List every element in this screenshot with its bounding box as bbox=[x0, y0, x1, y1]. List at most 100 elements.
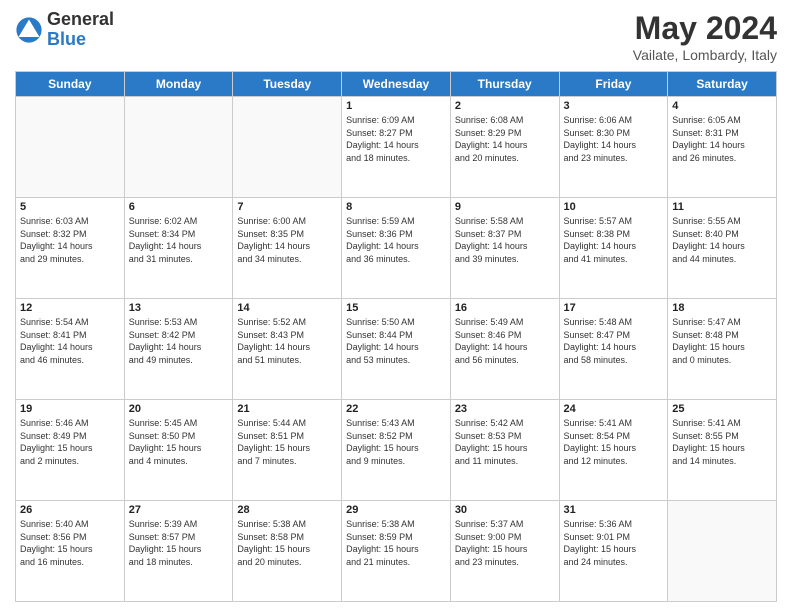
calendar-cell: 20Sunrise: 5:45 AM Sunset: 8:50 PM Dayli… bbox=[124, 400, 233, 501]
day-number: 25 bbox=[672, 403, 772, 415]
calendar-cell: 14 Sunrise: 5:52 AM Sunset: 8:43 PM Dayli… bbox=[233, 299, 342, 400]
day-number: 4 bbox=[672, 100, 772, 112]
day-number: 14 bbox=[237, 302, 337, 314]
calendar-week-0: 1Sunrise: 6:09 AM Sunset: 8:27 PM Daylig… bbox=[16, 97, 777, 198]
day-number: 2 bbox=[455, 100, 555, 112]
day-header-wednesday: Wednesday bbox=[342, 72, 451, 97]
header: General Blue May 2024 Vailate, Lombardy,… bbox=[15, 10, 777, 63]
day-number: 10 bbox=[564, 201, 664, 213]
day-number: 17 bbox=[564, 302, 664, 314]
day-info: Sunrise: 5:44 AM Sunset: 8:51 PM Dayligh… bbox=[237, 417, 337, 467]
day-info: Sunrise: 5:37 AM Sunset: 9:00 PM Dayligh… bbox=[455, 518, 555, 568]
day-info: Sunrise: 5:54 AM Sunset: 8:41 PM Dayligh… bbox=[20, 316, 120, 366]
day-number: 13 bbox=[129, 302, 229, 314]
day-number: 29 bbox=[346, 504, 446, 516]
day-info: Sunrise: 5:58 AM Sunset: 8:37 PM Dayligh… bbox=[455, 215, 555, 265]
calendar-week-1: 5 Sunrise: 6:03 AM Sunset: 8:32 PM Daylig… bbox=[16, 198, 777, 299]
day-number: 11 bbox=[672, 201, 772, 213]
day-number: 21 bbox=[237, 403, 337, 415]
day-info: Sunrise: 5:49 AM Sunset: 8:46 PM Dayligh… bbox=[455, 316, 555, 366]
day-info: Sunrise: 5:46 AM Sunset: 8:49 PM Dayligh… bbox=[20, 417, 120, 467]
location: Vailate, Lombardy, Italy bbox=[633, 47, 777, 63]
day-info: Sunrise: 5:42 AM Sunset: 8:53 PM Dayligh… bbox=[455, 417, 555, 467]
day-number: 22 bbox=[346, 403, 446, 415]
day-number: 18 bbox=[672, 302, 772, 314]
day-info: Sunrise: 5:48 AM Sunset: 8:47 PM Dayligh… bbox=[564, 316, 664, 366]
day-number: 31 bbox=[564, 504, 664, 516]
day-number: 3 bbox=[564, 100, 664, 112]
day-number: 5 bbox=[20, 201, 120, 213]
day-info: Sunrise: 5:50 AM Sunset: 8:44 PM Dayligh… bbox=[346, 316, 446, 366]
day-number: 30 bbox=[455, 504, 555, 516]
calendar-week-3: 19Sunrise: 5:46 AM Sunset: 8:49 PM Dayli… bbox=[16, 400, 777, 501]
day-info: Sunrise: 5:52 AM Sunset: 8:43 PM Dayligh… bbox=[237, 316, 337, 366]
logo: General Blue bbox=[15, 10, 114, 50]
day-info: Sunrise: 6:05 AM Sunset: 8:31 PM Dayligh… bbox=[672, 114, 772, 164]
calendar-cell: 24Sunrise: 5:41 AM Sunset: 8:54 PM Dayli… bbox=[559, 400, 668, 501]
calendar-cell: 8 Sunrise: 5:59 AM Sunset: 8:36 PM Daylig… bbox=[342, 198, 451, 299]
day-info: Sunrise: 5:43 AM Sunset: 8:52 PM Dayligh… bbox=[346, 417, 446, 467]
calendar-cell: 5 Sunrise: 6:03 AM Sunset: 8:32 PM Daylig… bbox=[16, 198, 125, 299]
day-info: Sunrise: 5:38 AM Sunset: 8:58 PM Dayligh… bbox=[237, 518, 337, 568]
calendar-cell: 3 Sunrise: 6:06 AM Sunset: 8:30 PM Daylig… bbox=[559, 97, 668, 198]
calendar-cell: 30 Sunrise: 5:37 AM Sunset: 9:00 PM Dayli… bbox=[450, 501, 559, 602]
calendar-week-2: 12Sunrise: 5:54 AM Sunset: 8:41 PM Dayli… bbox=[16, 299, 777, 400]
calendar-cell: 23Sunrise: 5:42 AM Sunset: 8:53 PM Dayli… bbox=[450, 400, 559, 501]
calendar-cell bbox=[124, 97, 233, 198]
logo-blue-text: Blue bbox=[47, 30, 114, 50]
day-number: 9 bbox=[455, 201, 555, 213]
day-info: Sunrise: 5:55 AM Sunset: 8:40 PM Dayligh… bbox=[672, 215, 772, 265]
calendar-cell: 11 Sunrise: 5:55 AM Sunset: 8:40 PM Dayli… bbox=[668, 198, 777, 299]
day-number: 15 bbox=[346, 302, 446, 314]
day-info: Sunrise: 6:03 AM Sunset: 8:32 PM Dayligh… bbox=[20, 215, 120, 265]
calendar-cell: 27 Sunrise: 5:39 AM Sunset: 8:57 PM Dayli… bbox=[124, 501, 233, 602]
calendar-cell: 7Sunrise: 6:00 AM Sunset: 8:35 PM Daylig… bbox=[233, 198, 342, 299]
day-number: 6 bbox=[129, 201, 229, 213]
day-info: Sunrise: 6:06 AM Sunset: 8:30 PM Dayligh… bbox=[564, 114, 664, 164]
day-info: Sunrise: 5:53 AM Sunset: 8:42 PM Dayligh… bbox=[129, 316, 229, 366]
calendar-cell bbox=[233, 97, 342, 198]
calendar-cell: 17 Sunrise: 5:48 AM Sunset: 8:47 PM Dayli… bbox=[559, 299, 668, 400]
day-number: 27 bbox=[129, 504, 229, 516]
day-info: Sunrise: 6:09 AM Sunset: 8:27 PM Dayligh… bbox=[346, 114, 446, 164]
title-section: May 2024 Vailate, Lombardy, Italy bbox=[633, 10, 777, 63]
day-header-saturday: Saturday bbox=[668, 72, 777, 97]
day-info: Sunrise: 5:47 AM Sunset: 8:48 PM Dayligh… bbox=[672, 316, 772, 366]
day-info: Sunrise: 5:59 AM Sunset: 8:36 PM Dayligh… bbox=[346, 215, 446, 265]
page: General Blue May 2024 Vailate, Lombardy,… bbox=[0, 0, 792, 612]
month-title: May 2024 bbox=[633, 10, 777, 47]
day-number: 28 bbox=[237, 504, 337, 516]
calendar-cell: 21 Sunrise: 5:44 AM Sunset: 8:51 PM Dayli… bbox=[233, 400, 342, 501]
logo-icon bbox=[15, 16, 43, 44]
day-info: Sunrise: 5:39 AM Sunset: 8:57 PM Dayligh… bbox=[129, 518, 229, 568]
calendar-cell: 9 Sunrise: 5:58 AM Sunset: 8:37 PM Daylig… bbox=[450, 198, 559, 299]
calendar-cell: 1Sunrise: 6:09 AM Sunset: 8:27 PM Daylig… bbox=[342, 97, 451, 198]
day-number: 8 bbox=[346, 201, 446, 213]
day-info: Sunrise: 5:41 AM Sunset: 8:55 PM Dayligh… bbox=[672, 417, 772, 467]
calendar-cell: 6 Sunrise: 6:02 AM Sunset: 8:34 PM Daylig… bbox=[124, 198, 233, 299]
day-header-friday: Friday bbox=[559, 72, 668, 97]
calendar-header-row: SundayMondayTuesdayWednesdayThursdayFrid… bbox=[16, 72, 777, 97]
calendar-cell: 16 Sunrise: 5:49 AM Sunset: 8:46 PM Dayli… bbox=[450, 299, 559, 400]
day-info: Sunrise: 5:41 AM Sunset: 8:54 PM Dayligh… bbox=[564, 417, 664, 467]
day-info: Sunrise: 5:57 AM Sunset: 8:38 PM Dayligh… bbox=[564, 215, 664, 265]
calendar-cell: 4 Sunrise: 6:05 AM Sunset: 8:31 PM Daylig… bbox=[668, 97, 777, 198]
day-info: Sunrise: 5:36 AM Sunset: 9:01 PM Dayligh… bbox=[564, 518, 664, 568]
day-info: Sunrise: 5:45 AM Sunset: 8:50 PM Dayligh… bbox=[129, 417, 229, 467]
day-number: 16 bbox=[455, 302, 555, 314]
calendar-cell bbox=[668, 501, 777, 602]
day-number: 7 bbox=[237, 201, 337, 213]
day-header-monday: Monday bbox=[124, 72, 233, 97]
calendar-cell: 18 Sunrise: 5:47 AM Sunset: 8:48 PM Dayli… bbox=[668, 299, 777, 400]
calendar-cell: 19Sunrise: 5:46 AM Sunset: 8:49 PM Dayli… bbox=[16, 400, 125, 501]
day-info: Sunrise: 6:02 AM Sunset: 8:34 PM Dayligh… bbox=[129, 215, 229, 265]
day-info: Sunrise: 5:38 AM Sunset: 8:59 PM Dayligh… bbox=[346, 518, 446, 568]
calendar-cell: 29 Sunrise: 5:38 AM Sunset: 8:59 PM Dayli… bbox=[342, 501, 451, 602]
calendar-cell: 10 Sunrise: 5:57 AM Sunset: 8:38 PM Dayli… bbox=[559, 198, 668, 299]
calendar-table: SundayMondayTuesdayWednesdayThursdayFrid… bbox=[15, 71, 777, 602]
calendar-week-4: 26Sunrise: 5:40 AM Sunset: 8:56 PM Dayli… bbox=[16, 501, 777, 602]
calendar-cell: 26Sunrise: 5:40 AM Sunset: 8:56 PM Dayli… bbox=[16, 501, 125, 602]
day-header-thursday: Thursday bbox=[450, 72, 559, 97]
calendar-cell: 22 Sunrise: 5:43 AM Sunset: 8:52 PM Dayli… bbox=[342, 400, 451, 501]
day-info: Sunrise: 6:08 AM Sunset: 8:29 PM Dayligh… bbox=[455, 114, 555, 164]
